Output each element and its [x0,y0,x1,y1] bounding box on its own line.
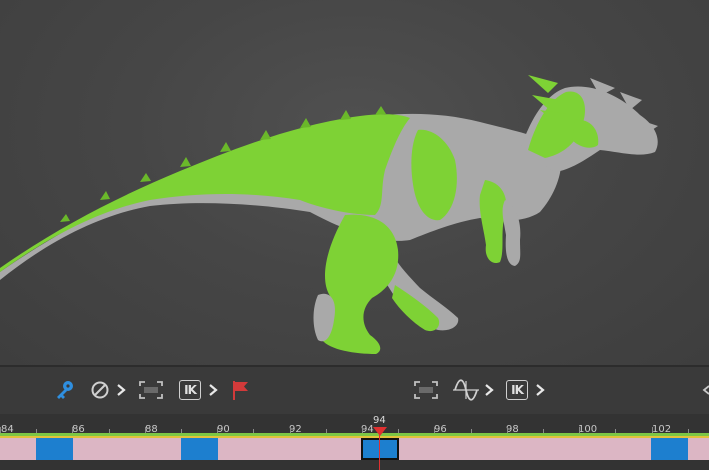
keyframe[interactable] [36,438,73,460]
ik-right-label: IK [506,380,528,400]
frame-icon [139,381,163,399]
chevron-right-icon [485,384,494,396]
keyframe[interactable] [651,438,688,460]
disable-button[interactable] [88,377,112,403]
frame-selection-button-right[interactable] [412,377,440,403]
no-entry-icon [91,381,109,399]
playhead-frame-label: 94 [373,415,386,426]
frame-icon [414,381,438,399]
expand-arrow-3[interactable] [482,377,496,403]
overflow-tool[interactable] [701,377,709,403]
flag-button[interactable] [229,377,253,403]
chevron-right-icon [117,384,126,396]
ik-right-button[interactable]: IK [504,377,530,403]
ik-left-label: IK [179,380,201,400]
timeline[interactable]: 94 84 86 88 90 92 94 96 98 100 102 [0,414,709,470]
animation-toolbar: IK IK [0,367,709,414]
chevron-right-icon [536,384,545,396]
expand-arrow-2[interactable] [206,377,220,403]
playhead-marker[interactable] [373,427,387,436]
chevron-left-icon [702,385,709,395]
set-key-button[interactable] [52,377,78,403]
3d-viewport[interactable] [0,0,709,365]
expand-arrow-4[interactable] [533,377,547,403]
chevron-right-icon [209,384,218,396]
flag-icon [233,381,248,400]
key-icon [57,381,73,399]
curve-button[interactable] [452,377,480,403]
expand-arrow-1[interactable] [114,377,128,403]
playhead-line[interactable] [379,434,380,470]
keyframe[interactable] [181,438,218,460]
dinosaur-model[interactable] [0,0,709,365]
keyframe-track[interactable] [0,438,709,460]
sine-curve-icon [453,379,479,401]
ik-left-button[interactable]: IK [177,377,203,403]
frame-selection-button[interactable] [137,377,165,403]
keyframe-selected[interactable] [361,438,399,460]
